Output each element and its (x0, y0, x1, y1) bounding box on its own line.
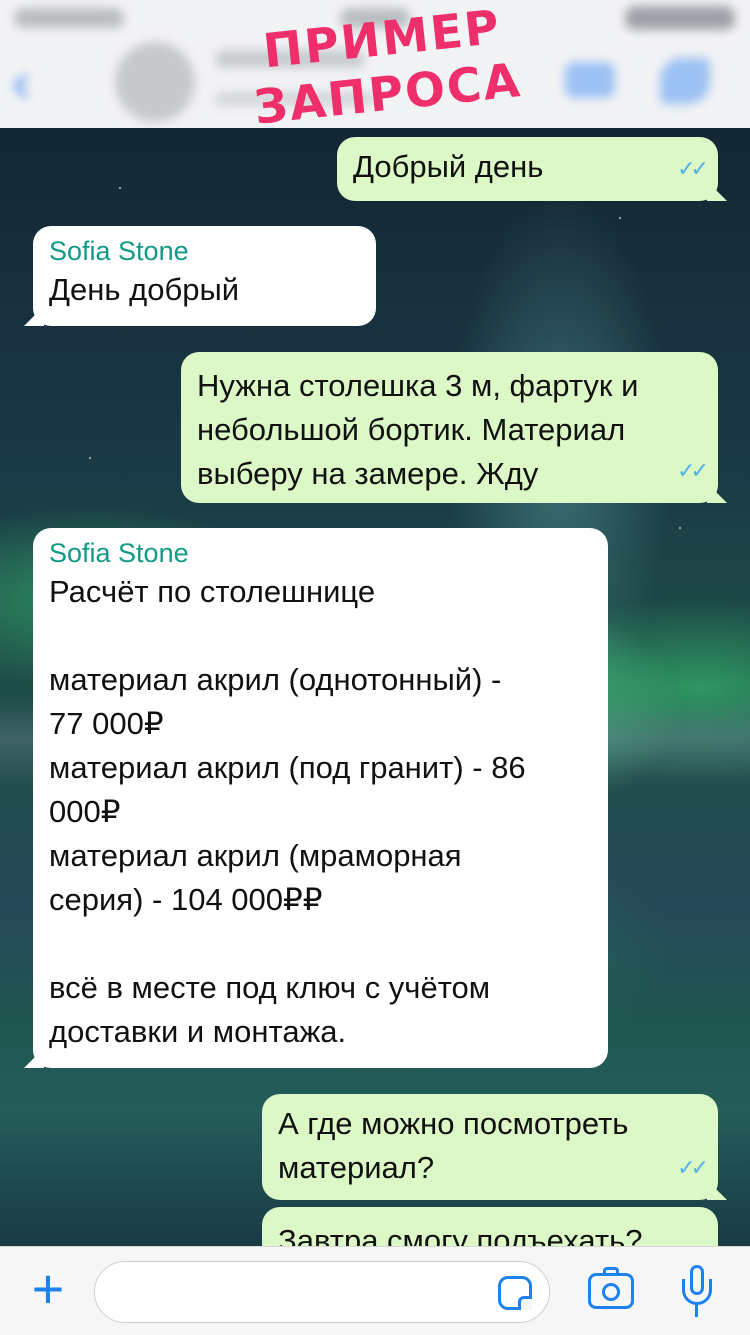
sender-name[interactable]: Sofia Stone (49, 234, 360, 268)
incoming-message[interactable]: Sofia Stone День добрый (33, 226, 376, 326)
message-text: Расчёт по столешнице материал акрил (одн… (49, 574, 526, 1049)
phone-call-icon[interactable] (660, 58, 710, 104)
microphone-icon[interactable] (682, 1265, 712, 1319)
plus-icon[interactable]: + (26, 1261, 70, 1317)
outgoing-message[interactable]: Завтра смогу подъехать? (262, 1207, 718, 1246)
message-text: Нужна столешка 3 м, фартук и небольшой б… (197, 368, 639, 491)
message-text: Завтра смогу подъехать? (278, 1223, 643, 1246)
read-ticks-icon: ✓✓ (677, 156, 709, 181)
carrier-signal (14, 8, 124, 28)
read-ticks-icon: ✓✓ (677, 458, 709, 483)
message-text: А где можно посмотреть материал? (278, 1106, 629, 1185)
sticker-icon[interactable] (498, 1276, 532, 1310)
message-text: Добрый день (353, 149, 544, 184)
sender-name[interactable]: Sofia Stone (49, 536, 592, 570)
outgoing-message[interactable]: Нужна столешка 3 м, фартук и небольшой б… (181, 352, 718, 503)
incoming-message[interactable]: Sofia Stone Расчёт по столешнице материа… (33, 528, 608, 1068)
outgoing-message[interactable]: А где можно посмотреть материал? ✓✓ (262, 1094, 718, 1200)
chat-area[interactable]: Добрый день ✓✓ Sofia Stone День добрый Н… (0, 128, 750, 1246)
outgoing-message[interactable]: Добрый день ✓✓ (337, 137, 718, 201)
mic-arc (682, 1279, 712, 1305)
back-chevron-icon[interactable]: ‹ (12, 54, 52, 110)
message-text: День добрый (49, 272, 240, 307)
chat-header: ‹ ПРИМЕР ЗАПРОСА (0, 0, 750, 128)
mic-stem (695, 1305, 698, 1317)
message-input[interactable] (94, 1261, 550, 1323)
read-ticks-icon: ✓✓ (677, 1155, 709, 1180)
camera-icon[interactable] (588, 1267, 634, 1309)
message-input-bar: + (0, 1246, 750, 1335)
